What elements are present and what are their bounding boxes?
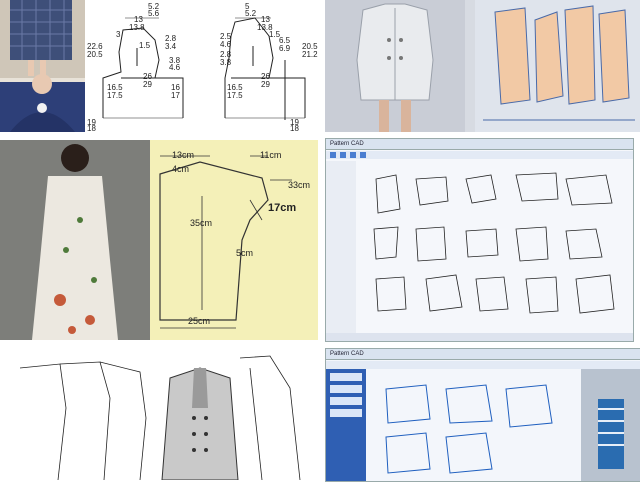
side-label: 20.5 [87, 50, 103, 59]
measure-label: 17 [171, 91, 180, 100]
dress-model-tile [0, 140, 150, 340]
measure-label: 1.5 [139, 41, 151, 50]
measure-label: 5cm [236, 248, 254, 258]
yellow-pattern-tile: 13cm 4cm 11cm 33cm 17cm 35cm 5cm 25cm [150, 140, 318, 340]
cad-workspace-2[interactable] [326, 349, 640, 481]
measure-label: 29 [143, 80, 152, 89]
coat-3d-tile [325, 0, 640, 132]
side-label: 21.2 [302, 50, 318, 59]
measure-label: 17cm [268, 202, 297, 214]
window-title: Pattern CAD [326, 349, 640, 360]
measure-label: 35cm [190, 218, 213, 228]
measure-label: 3 [116, 30, 121, 39]
measure-label: 4cm [172, 164, 190, 174]
measure-label: 33cm [288, 180, 311, 190]
measure-label: 13cm [172, 150, 195, 160]
measure-label: 4.6 [169, 63, 181, 72]
window-title: Pattern CAD [326, 139, 633, 150]
measure-label: 18 [290, 124, 299, 132]
block-pattern-drawing [102, 17, 306, 120]
measure-label: 17.5 [107, 91, 123, 100]
measure-label: 3.4 [165, 42, 177, 51]
measure-label: 4.6 [220, 40, 232, 49]
measure-label: 25cm [188, 316, 211, 326]
block-pattern-tile: 5.2 5.6 13 13.8 1.5 3 2.8 3.4 3.8 4.6 26… [85, 0, 320, 132]
measure-label: 18 [87, 124, 96, 132]
measure-label: 5.6 [148, 9, 160, 18]
dress-model-image [0, 140, 150, 340]
jacket-technical-drawing [19, 355, 301, 480]
jacket-drawing-tile [0, 348, 318, 480]
measure-label: 3.8 [220, 58, 232, 67]
dress-photos-tile [0, 0, 85, 132]
measure-label: 29 [261, 80, 270, 89]
measure-label: 13.8 [129, 23, 145, 32]
measure-label: 17.5 [227, 91, 243, 100]
cad-workspace[interactable] [326, 139, 633, 341]
cad-software-tile: Pattern CAD [325, 138, 634, 342]
cad-software-tile-2: Pattern CAD [325, 348, 640, 482]
measure-label: 5.2 [245, 9, 257, 18]
measure-label: 6.9 [279, 44, 291, 53]
measure-label: 11cm [260, 150, 282, 160]
coat-3d-image [325, 0, 640, 132]
dress-photos-image [0, 0, 85, 132]
